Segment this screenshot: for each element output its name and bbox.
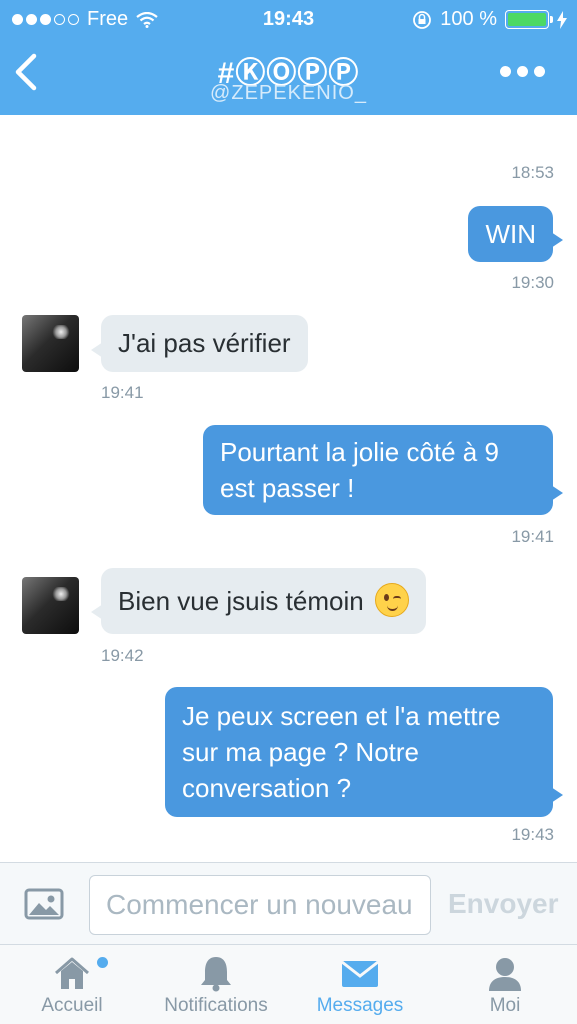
message-timestamp: 18:53 [511,163,554,182]
winking-face-icon [374,583,409,618]
person-icon [489,958,521,991]
message-text: Bien vue jsuis témoin [118,586,364,616]
tab-label: Messages [316,995,404,1016]
message-text-line: conversation ? [182,773,352,803]
tab-notifications[interactable]: Notifications [144,945,288,1024]
bell-icon [201,957,231,992]
tab-label: Moi [489,995,521,1016]
tab-label: Notifications [164,995,268,1016]
tab-label: Accueil [41,995,103,1016]
more-options-button[interactable] [500,66,545,77]
rotation-lock-icon [413,10,432,29]
message-text-line: Je peux screen et l'a mettre [182,701,501,731]
message-bubble-outgoing[interactable]: Je peux screen et l'a mettre sur ma page… [165,687,563,817]
message-timestamp: 19:41 [511,527,554,546]
charging-icon [557,10,567,29]
message-text-line: sur ma page ? Notre [182,737,420,767]
tab-moi[interactable]: Moi [433,945,577,1024]
more-icon-dot [500,66,511,77]
tab-accueil[interactable]: Accueil [0,945,144,1024]
status-bar: Free 19:43 100 % [0,0,577,38]
message-timestamp: 19:41 [101,383,144,402]
envelope-icon [341,960,379,987]
message-input[interactable] [89,875,431,935]
battery-icon [505,10,553,29]
message-bubble-incoming[interactable]: J'ai pas vérifier [91,315,308,372]
message-text-line: est passer ! [220,473,355,503]
message-timestamp: 19:30 [511,273,554,292]
compose-bar: Envoyer [0,862,577,945]
message-text: WIN [485,219,536,249]
conversation-header: Free 19:43 100 % #ⓀⓄⓅⓅ @ZEPEKENIO_ [0,0,577,115]
tab-bar: Accueil Notifications Messages Moi [0,945,577,1024]
conversation-username: @ZEPEKENIO_ [210,82,367,104]
status-right: 100 % [412,8,567,31]
battery-percentage: 100 % [440,8,497,30]
tab-messages[interactable]: Messages [288,945,432,1024]
message-text-line: Pourtant la jolie côté à 9 [220,437,499,467]
send-button[interactable]: Envoyer [448,888,559,920]
add-photo-button[interactable] [24,888,64,922]
more-icon-dot [517,66,528,77]
home-icon [55,957,89,989]
image-icon [24,888,64,920]
message-bubble-outgoing[interactable]: Pourtant la jolie côté à 9 est passer ! [203,425,563,515]
notification-dot [97,957,108,968]
message-bubble-outgoing[interactable]: WIN [468,206,563,262]
more-icon-dot [534,66,545,77]
message-bubble-incoming[interactable]: Bien vue jsuis témoin [91,568,426,634]
avatar[interactable] [22,315,79,372]
message-text: J'ai pas vérifier [118,328,291,358]
message-timestamp: 19:43 [511,825,554,844]
message-timestamp: 19:42 [101,646,144,665]
avatar[interactable] [22,577,79,634]
